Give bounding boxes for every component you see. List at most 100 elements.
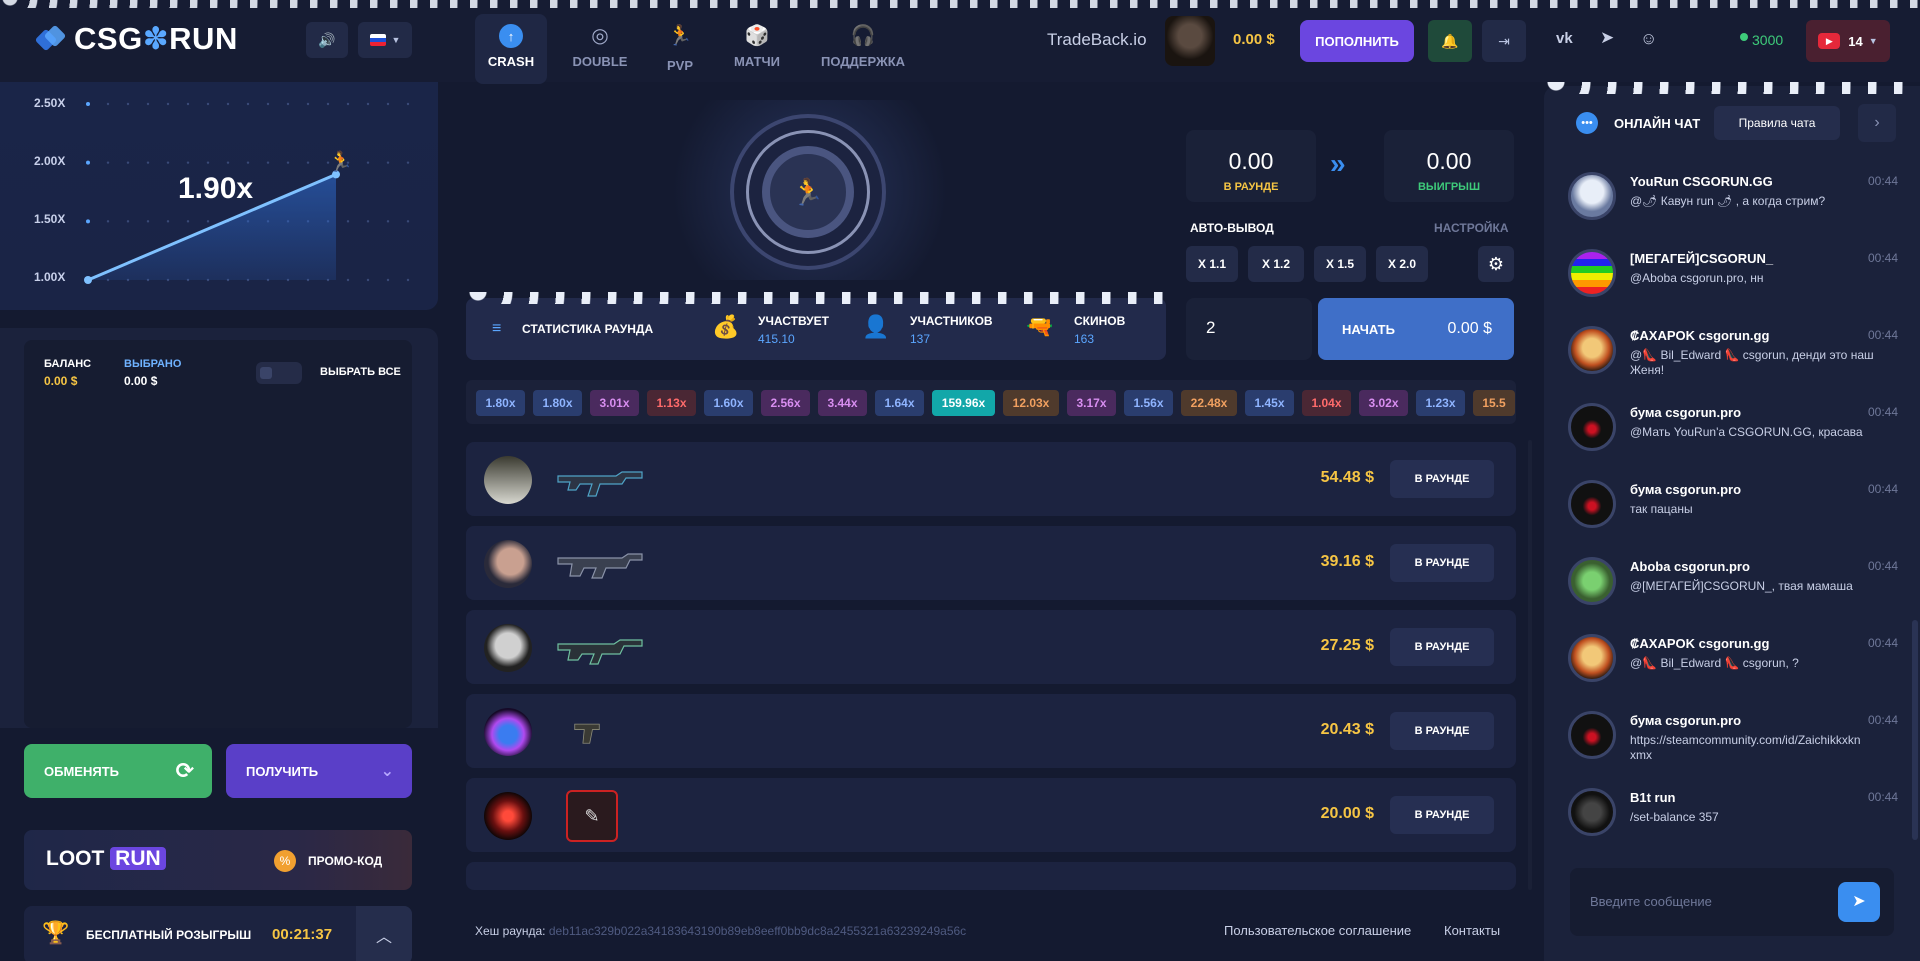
chat-username[interactable]: B1t run: [1630, 790, 1676, 805]
notifications-button[interactable]: 🔔: [1428, 20, 1472, 62]
select-all-label: ВЫБРАТЬ ВСЕ: [320, 366, 401, 378]
grid-dot: [266, 102, 270, 106]
discord-icon[interactable]: ☺: [1640, 29, 1657, 49]
chat-avatar[interactable]: [1568, 634, 1616, 682]
contacts-link[interactable]: Контакты: [1444, 923, 1500, 938]
chat-avatar[interactable]: [1568, 249, 1616, 297]
chat-scrollbar[interactable]: [1912, 620, 1918, 840]
nav-double[interactable]: ◎ DOUBLE: [565, 22, 635, 82]
nav-support[interactable]: 🎧 ПОДДЕРЖКА: [818, 22, 908, 82]
chevron-down-icon: ▼: [391, 35, 401, 45]
grid-dot: [286, 161, 290, 164]
player-avatar[interactable]: [484, 708, 532, 756]
site-logo[interactable]: CSG✽RUN: [34, 21, 238, 56]
chat-username[interactable]: YouRun CSGORUN.GG: [1630, 174, 1773, 189]
refresh-icon: ⟳: [175, 758, 194, 783]
chat-avatar[interactable]: [1568, 557, 1616, 605]
nav-matches[interactable]: 🎲 МАТЧИ: [724, 22, 790, 82]
chat-message: [МЕГАГЕЙ]CSGORUN_ 00:44 @Aboba csgorun.pro…: [1568, 245, 1898, 315]
player-avatar[interactable]: [484, 456, 532, 504]
chat-avatar[interactable]: [1568, 788, 1616, 836]
grid-dot: [106, 220, 110, 223]
chat-avatar[interactable]: [1568, 480, 1616, 528]
grid-dot: [246, 102, 250, 106]
chat-message: YouRun CSGORUN.GG 00:44 @🌶 Кавун run 🌶 , а…: [1568, 168, 1898, 238]
user-avatar[interactable]: [1165, 16, 1215, 66]
flag-ru-icon: [369, 34, 386, 46]
player-avatar[interactable]: [484, 792, 532, 840]
grid-dot: [126, 220, 130, 223]
auto-chip[interactable]: X 1.5: [1314, 246, 1366, 282]
auto-chip[interactable]: X 2.0: [1376, 246, 1428, 282]
history-multiplier: 3.01x: [590, 390, 639, 416]
settings-label[interactable]: НАСТРОЙКА: [1434, 221, 1509, 235]
grid-dot: [226, 102, 230, 106]
auto-chip[interactable]: X 1.2: [1248, 246, 1304, 282]
grid-dot: [366, 161, 370, 164]
chat-username[interactable]: [МЕГАГЕЙ]CSGORUN_: [1630, 251, 1773, 266]
deposit-button[interactable]: ПОПОЛНИТЬ: [1300, 20, 1414, 62]
chat-username[interactable]: бума csgorun.pro: [1630, 713, 1741, 728]
vk-icon[interactable]: vk: [1556, 30, 1573, 47]
select-all-toggle[interactable]: [256, 362, 302, 384]
chat-time: 00:44: [1867, 251, 1898, 265]
chat-input[interactable]: Введите сообщение ➤: [1570, 868, 1894, 936]
scrollbar[interactable]: [1528, 440, 1532, 890]
chat-username[interactable]: бума csgorun.pro: [1630, 405, 1741, 420]
sound-button[interactable]: 🔊: [306, 22, 348, 58]
chevrons-down-icon: ⌄: [380, 763, 394, 780]
toggle-knob: [260, 367, 272, 379]
history-multiplier: 12.03x: [1003, 390, 1059, 416]
logout-button[interactable]: ⇥: [1482, 20, 1526, 62]
chat-username[interactable]: бума csgorun.pro: [1630, 482, 1741, 497]
chevron-up-icon[interactable]: ︿: [356, 906, 412, 961]
bet-row: 54.48 $ В РАУНДЕ: [466, 442, 1516, 516]
player-avatar[interactable]: [484, 540, 532, 588]
tradeback-link[interactable]: TradeBack.io: [1047, 30, 1147, 50]
chat-username[interactable]: ₡AXAPOK csgorun.gg: [1630, 636, 1769, 651]
terms-link[interactable]: Пользовательское соглашение: [1224, 923, 1411, 938]
pistol-skin-icon: [574, 723, 600, 744]
withdraw-button[interactable]: ПОЛУЧИТЬ ⌄: [226, 744, 412, 798]
stats-title: СТАТИСТИКА РАУНДА: [522, 322, 654, 336]
grid-dot: [386, 278, 390, 282]
history-multiplier: 15.5: [1473, 390, 1515, 416]
chat-time: 00:44: [1867, 482, 1898, 496]
nav-pvp[interactable]: 🏃 PVP: [650, 22, 710, 82]
chat-avatar[interactable]: [1568, 711, 1616, 759]
balance-value: 0.00 $: [44, 374, 78, 388]
telegram-icon[interactable]: ➤: [1600, 28, 1614, 48]
snow-decoration: [466, 292, 1166, 304]
stat-players: УЧАСТНИКОВ 137: [910, 314, 993, 346]
bet-status: В РАУНДЕ: [1390, 628, 1494, 666]
gear-icon[interactable]: ⚙: [1478, 246, 1514, 282]
chevron-right-icon[interactable]: ›: [1858, 104, 1896, 142]
chat-message: ₡AXAPOK csgorun.gg 00:44 @👠 Bil_Edward 👠 c…: [1568, 322, 1898, 392]
auto-chip[interactable]: X 1.1: [1186, 246, 1238, 282]
youtube-button[interactable]: ▶ 14 ▼: [1806, 20, 1890, 62]
chat-username[interactable]: ₡AXAPOK csgorun.gg: [1630, 328, 1769, 343]
player-avatar[interactable]: [484, 624, 532, 672]
balance-label: БАЛАНС: [44, 358, 92, 370]
chat-avatar[interactable]: [1568, 326, 1616, 374]
chat-rules-button[interactable]: Правила чата: [1714, 106, 1840, 140]
chat-username[interactable]: Aboba csgorun.pro: [1630, 559, 1750, 574]
chat-avatar[interactable]: [1568, 172, 1616, 220]
chat-text: @Aboba csgorun.pro, нн: [1630, 271, 1764, 285]
giveaway-timer: 00:21:37: [272, 926, 333, 943]
bet-status: В РАУНДЕ: [1390, 712, 1494, 750]
grid-dot: [306, 102, 310, 106]
send-icon[interactable]: ➤: [1838, 882, 1880, 922]
grid-dot: [406, 220, 410, 223]
chat-avatar[interactable]: [1568, 403, 1616, 451]
exchange-button[interactable]: ОБМЕНЯТЬ ⟳: [24, 744, 212, 798]
bet-input[interactable]: 2: [1186, 298, 1312, 360]
chat-message: B1t run 00:44/set-balance 357: [1568, 784, 1898, 854]
history-multiplier: 1.60x: [704, 390, 753, 416]
nav-crash[interactable]: ↑ CRASH: [475, 22, 547, 82]
giveaway-panel[interactable]: 🏆 БЕСПЛАТНЫЙ РОЗЫГРЫШ 00:21:37 ︿: [24, 906, 412, 961]
start-button[interactable]: НАЧАТЬ 0.00 $: [1318, 298, 1514, 360]
lootrun-banner[interactable]: LOOT RUN % ПРОМО-КОД: [24, 830, 412, 890]
grid-dot: [86, 160, 90, 165]
language-select[interactable]: ▼: [358, 22, 412, 58]
